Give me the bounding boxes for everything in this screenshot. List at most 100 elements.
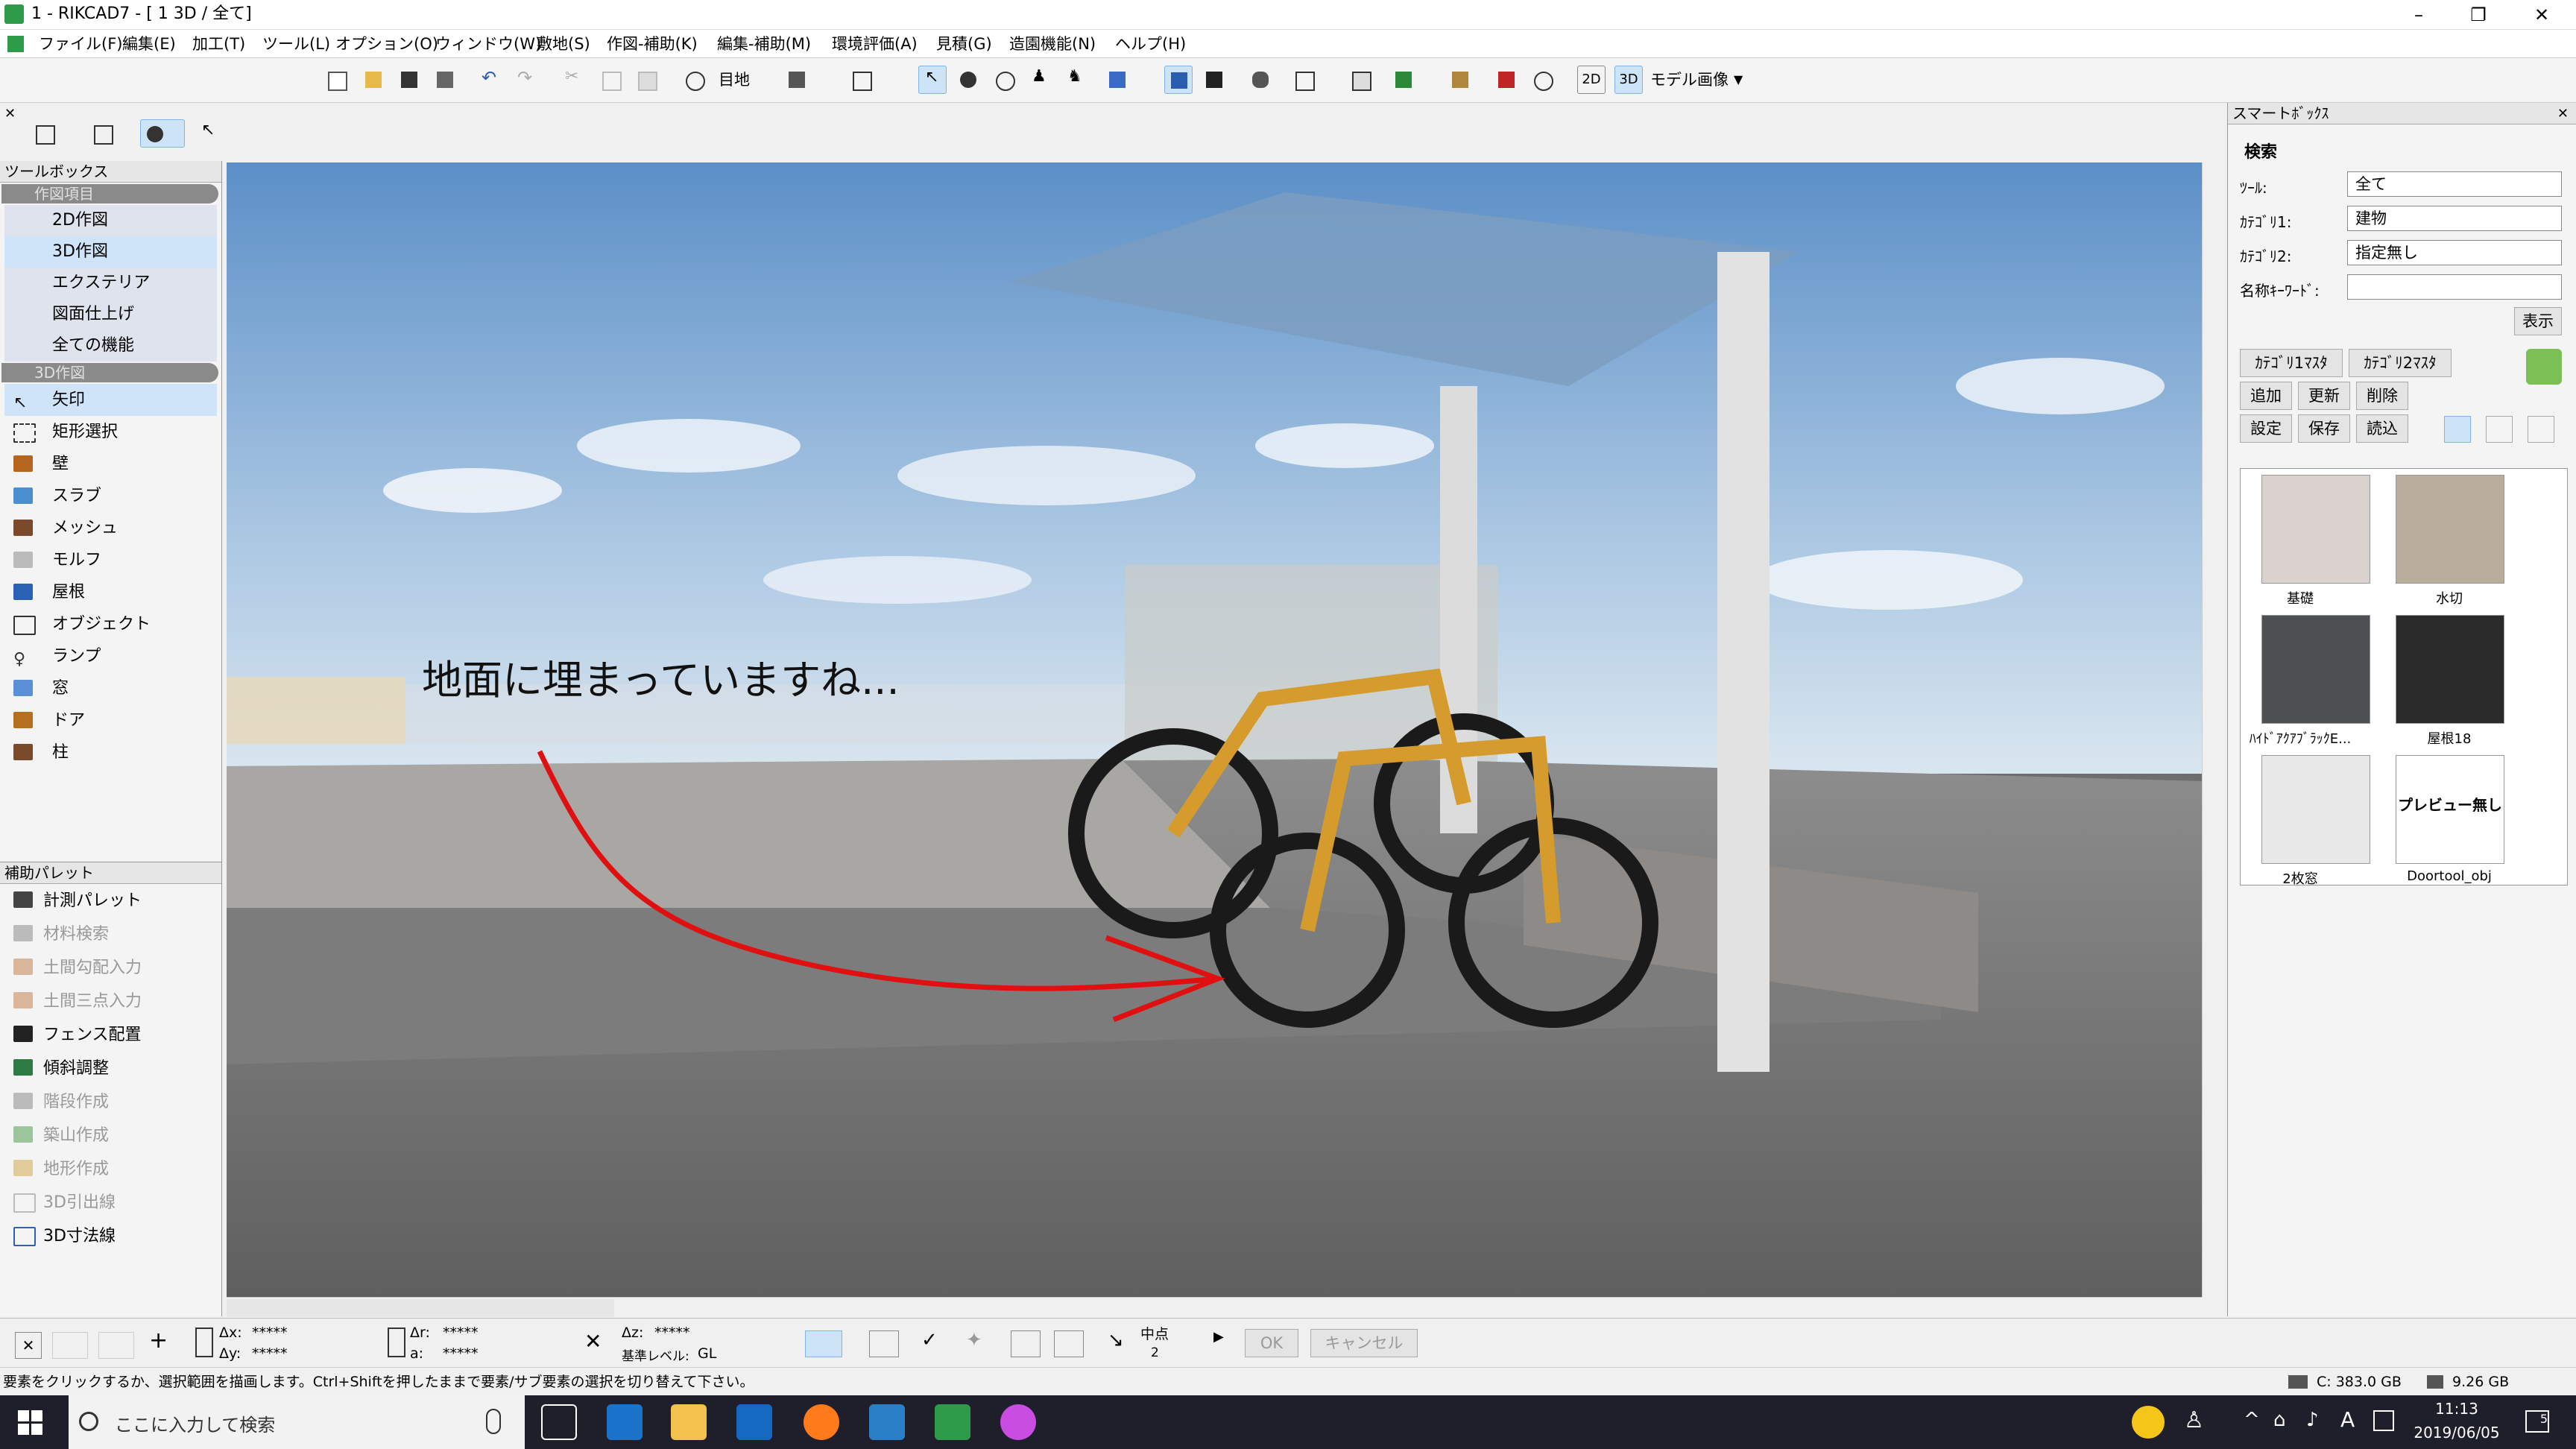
tool-marquee[interactable]: 矩形選択 [4,416,217,448]
taskbar-search-box[interactable]: ここに入力して検索 [69,1395,525,1449]
level-value[interactable]: GL [698,1345,716,1362]
category2-select[interactable]: 指定無し [2347,240,2562,265]
app-icon[interactable] [869,1404,905,1440]
show-button[interactable]: 表示 [2514,307,2562,335]
edge-icon[interactable] [607,1404,643,1440]
expand-icon[interactable]: ▶ [1213,1329,1224,1345]
palette-tilt[interactable]: 傾斜調整 [4,1052,217,1085]
tool-lamp[interactable]: ♀ ランプ [4,640,217,672]
help-icon[interactable] [2132,1406,2165,1439]
thumb-roof[interactable] [2396,615,2504,724]
search-model-button[interactable] [1528,66,1556,94]
cancel-button[interactable]: キャンセル [1310,1329,1418,1357]
menu-help[interactable]: ヘルプ(H) [1115,30,1186,58]
undo-button[interactable]: ↶ [477,66,505,94]
snap-point-icon[interactable] [1011,1330,1041,1357]
thumb-window[interactable] [2261,755,2370,864]
snap-grid-icon[interactable] [52,1332,88,1359]
update-button[interactable]: 更新 [2298,382,2350,410]
palette-material-search[interactable]: 材料検索 [4,918,217,951]
open-button[interactable] [359,66,388,94]
tool-window[interactable]: 窓 [4,672,217,704]
menu-window[interactable]: ウィンドウ(W) [435,30,541,58]
load-button[interactable]: 読込 [2356,414,2408,443]
palette-floor-three-point[interactable]: 土間三点入力 [4,985,217,1018]
menu-options[interactable]: オプション(O) [335,30,438,58]
list-view-icon[interactable] [2486,416,2513,443]
save-button[interactable] [395,66,423,94]
plant-button[interactable] [1446,66,1474,94]
tool-roof[interactable]: 屋根 [4,576,217,608]
tool-door[interactable]: ドア [4,704,217,736]
3d-viewport[interactable]: 地面に埋まっていますね... [227,162,2202,1297]
save-button[interactable]: 保存 [2298,414,2350,443]
cursor-snap-button[interactable] [805,1330,842,1357]
category1-master-button[interactable]: ｶﾃｺﾞﾘ1ﾏｽﾀ [2240,349,2343,377]
menu-site[interactable]: 敷地(S) [537,30,590,58]
firefox-icon[interactable] [804,1404,839,1440]
new-button[interactable] [322,66,350,94]
chevron-down-icon[interactable]: ▼ [1734,66,1743,94]
nav-all-functions[interactable]: 全ての機能 [4,330,217,362]
rotate-button[interactable] [990,66,1018,94]
transform-button[interactable] [847,66,875,94]
file-explorer-icon[interactable] [671,1404,707,1440]
tool-arrow[interactable]: ↖ 矢印 [4,384,217,416]
add-button[interactable]: 追加 [2240,382,2292,410]
horizontal-scrollbar[interactable] [227,1297,2202,1318]
nav-finish[interactable]: 図面仕上げ [4,299,217,330]
palette-3d-dimension[interactable]: 3D寸法線 [4,1219,217,1253]
tool-wall[interactable]: 壁 [4,448,217,480]
dy-value[interactable]: ***** [252,1345,288,1362]
snap-constraint-icon[interactable] [98,1332,134,1359]
thumb-block[interactable] [2261,615,2370,724]
sheet-button[interactable] [1289,66,1318,94]
palette-3d-leader[interactable]: 3D引出線 [4,1186,217,1219]
teapot-button[interactable] [1246,66,1275,94]
tool-object[interactable]: オブジェクト [4,608,217,640]
minimize-button[interactable]: – [2393,0,2445,30]
group-draw-items[interactable]: 作図項目 [1,184,218,203]
microphone-icon[interactable] [486,1409,501,1434]
midpoint-label[interactable]: 中点 [1140,1323,1169,1343]
close-icon[interactable]: ✕ [2229,106,2576,121]
snap-settings-icon[interactable] [1054,1330,1084,1357]
mode-2d-button[interactable]: 2D [1577,66,1606,94]
vertical-scrollbar[interactable] [2202,162,2223,1297]
group-3d-draw[interactable]: 3D作図 [1,363,218,382]
notification-icon[interactable]: 5 [2525,1410,2549,1433]
print-button[interactable] [431,66,459,94]
plus-icon[interactable]: + [149,1328,168,1354]
toolbox-button[interactable] [1492,66,1521,94]
palette-floor-slope[interactable]: 土間勾配入力 [4,951,217,985]
nav-2d-draw[interactable]: 2D作図 [4,205,217,236]
find-button[interactable] [680,66,708,94]
restore-button[interactable]: ❐ [2452,0,2504,30]
photo-button[interactable] [1389,66,1418,94]
view-dropdown[interactable]: 目地 [719,66,750,94]
check-icon[interactable]: ✓ [921,1329,938,1351]
special-snap-icon[interactable]: ✦ [966,1329,982,1351]
menu-estimate[interactable]: 見積(G) [936,30,992,58]
volume-icon[interactable]: ♪ [2306,1409,2319,1431]
menu-tools[interactable]: ツール(L) [262,30,330,58]
move-tool-button[interactable] [30,119,58,148]
menu-process[interactable]: 加工(T) [192,30,245,58]
angle-value[interactable]: ***** [443,1345,479,1362]
thumb-foundation[interactable] [2261,475,2370,584]
nav-3d-draw[interactable]: 3D作図 [4,236,217,268]
thumb-door[interactable]: プレビュー無し [2396,755,2504,864]
clock-time[interactable]: 11:13 [2405,1400,2509,1418]
cube-button[interactable] [1200,66,1228,94]
tool-mesh[interactable]: メッシュ [4,512,217,544]
fly-button[interactable]: ♞ [1061,66,1090,94]
nav-exterior[interactable]: エクステリア [4,268,217,299]
settings-button[interactable]: 設定 [2240,414,2292,443]
midpoint-count[interactable]: 2 [1151,1345,1159,1360]
mode-3d-button[interactable]: 3D [1614,66,1643,94]
tool-column[interactable]: 柱 [4,736,217,768]
palette-stairs[interactable]: 階段作成 [4,1085,217,1119]
palette-measure[interactable]: 計測パレット [4,884,217,918]
paint-tool-button[interactable] [140,119,185,148]
menu-draw-assist[interactable]: 作図-補助(K) [607,30,698,58]
